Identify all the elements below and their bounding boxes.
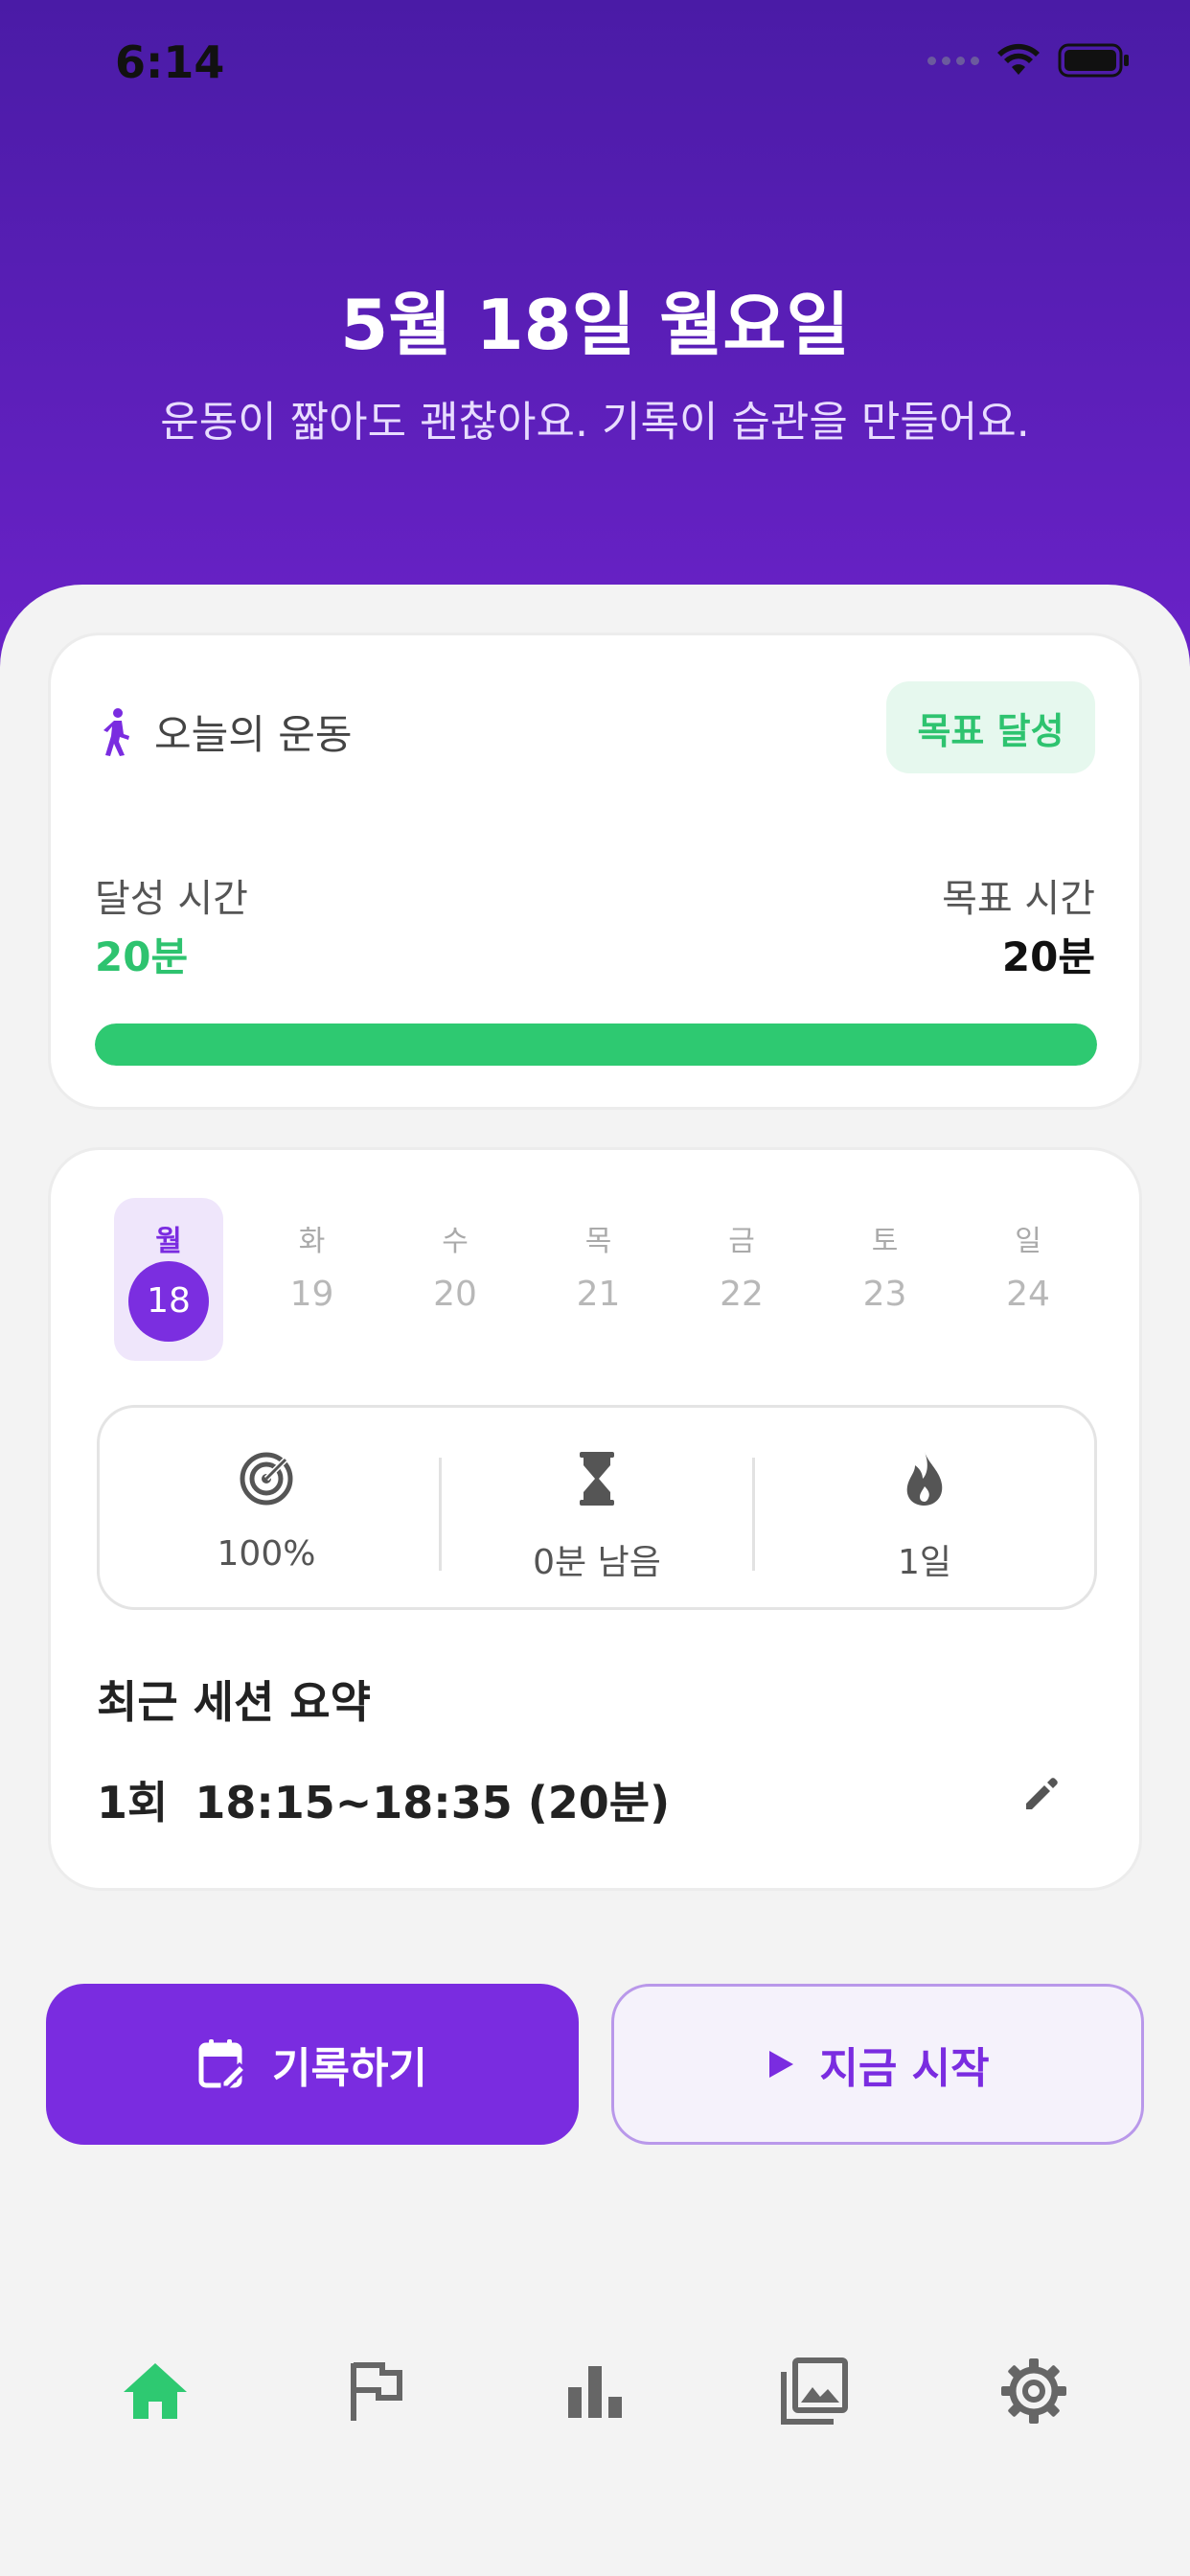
stat-streak: 1일 bbox=[755, 1408, 1094, 1607]
tab-stats[interactable] bbox=[542, 2338, 648, 2444]
page-title: 5월 18일 월요일 bbox=[340, 285, 850, 365]
record-button[interactable]: 기록하기 bbox=[46, 1984, 579, 2145]
stat-streak-text: 1일 bbox=[897, 1543, 952, 1582]
day-label: 금 bbox=[728, 1225, 755, 1258]
tab-settings[interactable] bbox=[981, 2338, 1087, 2444]
goal-time-value: 20분 bbox=[1001, 933, 1095, 980]
session-count: 1회 bbox=[97, 1777, 169, 1828]
signal-icon bbox=[927, 56, 979, 65]
gallery-icon bbox=[781, 2358, 848, 2425]
home-icon bbox=[124, 2363, 187, 2419]
day-label: 목 bbox=[584, 1225, 612, 1258]
recent-session-row: 1회 18:15~18:35 (20분) bbox=[97, 1768, 670, 1831]
progress-bar bbox=[95, 1024, 1097, 1066]
day-number: 23 bbox=[862, 1275, 907, 1314]
settings-icon bbox=[1001, 2358, 1066, 2424]
battery-icon bbox=[1058, 43, 1129, 78]
flag-icon bbox=[351, 2362, 402, 2421]
start-now-button-label: 지금 시작 bbox=[819, 2044, 990, 2093]
tab-goals[interactable] bbox=[324, 2338, 429, 2444]
goal-time-label: 목표 시간 bbox=[942, 877, 1095, 921]
page-subtitle: 운동이 짧아도 괜찮아요. 기록이 습관을 만들어요. bbox=[160, 398, 1030, 447]
header: 6:14 5월 18일 월요일 운동이 짧아도 괜찮아요. 기록이 습관을 만들… bbox=[0, 0, 1190, 671]
day-label: 월 bbox=[155, 1225, 182, 1258]
weekly-summary-card: 월 18 화 19 수 20 목 21 금 22 토 23 일 24 100% 0분 남음 bbox=[48, 1147, 1142, 1891]
tab-home[interactable] bbox=[103, 2338, 208, 2444]
fire-icon bbox=[906, 1452, 943, 1506]
day-6[interactable]: 일 24 bbox=[973, 1198, 1083, 1361]
record-button-label: 기록하기 bbox=[272, 2044, 427, 2093]
recent-session-title: 최근 세션 요약 bbox=[97, 1676, 371, 1728]
calendar-edit-icon bbox=[198, 2039, 248, 2089]
status-bar: 6:14 bbox=[0, 0, 1190, 134]
stats-panel: 100% 0분 남음 1일 bbox=[97, 1405, 1097, 1610]
tab-gallery[interactable] bbox=[762, 2338, 867, 2444]
session-time-range: 18:15~18:35 (20분) bbox=[195, 1777, 671, 1828]
today-workout-title: 오늘의 운동 bbox=[154, 711, 353, 758]
status-time: 6:14 bbox=[115, 36, 225, 88]
hourglass-icon bbox=[580, 1452, 614, 1506]
today-workout-card: 오늘의 운동 목표 달성 달성 시간 20분 목표 시간 20분 bbox=[48, 632, 1142, 1110]
day-number: 18 bbox=[128, 1261, 209, 1342]
day-number: 20 bbox=[433, 1275, 477, 1314]
target-icon bbox=[240, 1452, 293, 1506]
status-icons bbox=[927, 42, 1131, 79]
stat-remaining-text: 0분 남음 bbox=[533, 1543, 661, 1582]
tab-bar bbox=[0, 2338, 1190, 2444]
stat-achievement-rate: 100% bbox=[100, 1408, 433, 1607]
today-workout-header: 오늘의 운동 bbox=[99, 702, 353, 761]
day-number: 24 bbox=[1006, 1275, 1050, 1314]
goal-achieved-badge: 목표 달성 bbox=[886, 681, 1095, 773]
day-5[interactable]: 토 23 bbox=[831, 1198, 940, 1361]
day-number: 21 bbox=[576, 1275, 621, 1314]
wifi-icon bbox=[997, 43, 1040, 75]
walking-icon bbox=[103, 707, 129, 756]
stat-remaining: 0분 남음 bbox=[442, 1408, 752, 1607]
day-label: 토 bbox=[871, 1225, 899, 1258]
stat-rate-text: 100% bbox=[217, 1534, 316, 1574]
progress-fill bbox=[95, 1024, 1097, 1066]
day-3[interactable]: 목 21 bbox=[544, 1198, 653, 1361]
day-1[interactable]: 화 19 bbox=[258, 1198, 367, 1361]
week-strip: 월 18 화 19 수 20 목 21 금 22 토 23 일 24 bbox=[114, 1198, 1072, 1361]
day-number: 22 bbox=[720, 1275, 764, 1314]
achieved-time-value: 20분 bbox=[95, 933, 189, 980]
day-label: 수 bbox=[442, 1225, 469, 1258]
edit-icon[interactable] bbox=[1022, 1775, 1061, 1813]
day-4[interactable]: 금 22 bbox=[687, 1198, 796, 1361]
start-now-button[interactable]: 지금 시작 bbox=[611, 1984, 1144, 2145]
day-0[interactable]: 월 18 bbox=[114, 1198, 223, 1361]
play-icon bbox=[769, 2051, 794, 2078]
achieved-time-label: 달성 시간 bbox=[95, 877, 248, 921]
day-label: 화 bbox=[298, 1225, 326, 1258]
day-2[interactable]: 수 20 bbox=[400, 1198, 510, 1361]
day-number: 19 bbox=[289, 1275, 334, 1314]
day-label: 일 bbox=[1015, 1225, 1041, 1258]
bar-chart-icon bbox=[568, 2366, 622, 2418]
